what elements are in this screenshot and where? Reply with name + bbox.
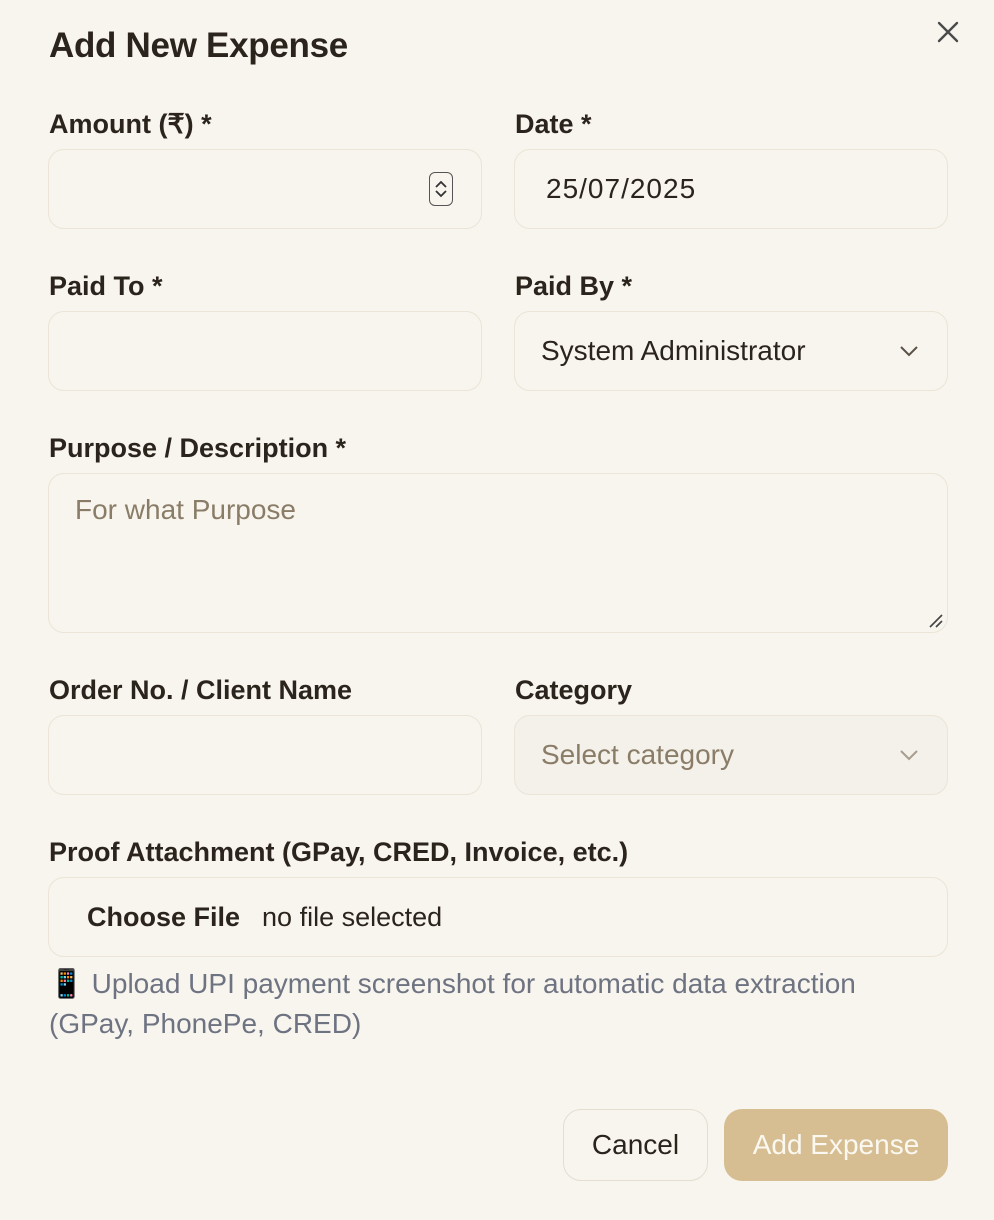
- paid-by-select[interactable]: System Administrator: [514, 311, 948, 391]
- proof-label: Proof Attachment (GPay, CRED, Invoice, e…: [49, 837, 629, 867]
- amount-input[interactable]: [48, 149, 482, 229]
- paid-by-value: System Administrator: [541, 335, 806, 366]
- upload-hint-text: Upload UPI payment screenshot for automa…: [49, 968, 856, 1039]
- cancel-button[interactable]: Cancel: [563, 1109, 708, 1181]
- paid-to-input[interactable]: [48, 311, 482, 391]
- chevron-down-icon: [900, 346, 918, 357]
- order-label: Order No. / Client Name: [49, 675, 353, 705]
- file-status: no file selected: [262, 901, 443, 932]
- order-input[interactable]: [48, 715, 482, 795]
- date-value: 25/07/2025: [546, 173, 697, 204]
- upload-hint: 📱 Upload UPI payment screenshot for auto…: [49, 964, 939, 1044]
- category-placeholder: Select category: [541, 739, 734, 770]
- dialog-title: Add New Expense: [49, 26, 348, 65]
- resize-handle-icon[interactable]: [927, 612, 943, 628]
- chevron-down-icon: [900, 750, 918, 761]
- close-button[interactable]: [932, 16, 964, 48]
- purpose-label: Purpose / Description *: [49, 433, 347, 463]
- date-label: Date *: [515, 109, 592, 139]
- chevron-down-icon: [435, 190, 447, 198]
- chevron-up-icon: [435, 180, 447, 188]
- file-input[interactable]: Choose File no file selected: [48, 877, 948, 957]
- date-input[interactable]: 25/07/2025: [514, 149, 948, 229]
- choose-file-button[interactable]: Choose File: [87, 902, 240, 933]
- purpose-placeholder: For what Purpose: [75, 494, 296, 525]
- mobile-phone-icon: 📱: [49, 968, 84, 999]
- number-stepper[interactable]: [429, 172, 453, 206]
- add-expense-button[interactable]: Add Expense: [724, 1109, 948, 1181]
- category-select[interactable]: Select category: [514, 715, 948, 795]
- paid-to-label: Paid To *: [49, 271, 163, 301]
- category-label: Category: [515, 675, 633, 705]
- close-icon: [937, 21, 959, 43]
- amount-label: Amount (₹) *: [49, 109, 212, 139]
- purpose-textarea[interactable]: For what Purpose: [48, 473, 948, 633]
- paid-by-label: Paid By *: [515, 271, 633, 301]
